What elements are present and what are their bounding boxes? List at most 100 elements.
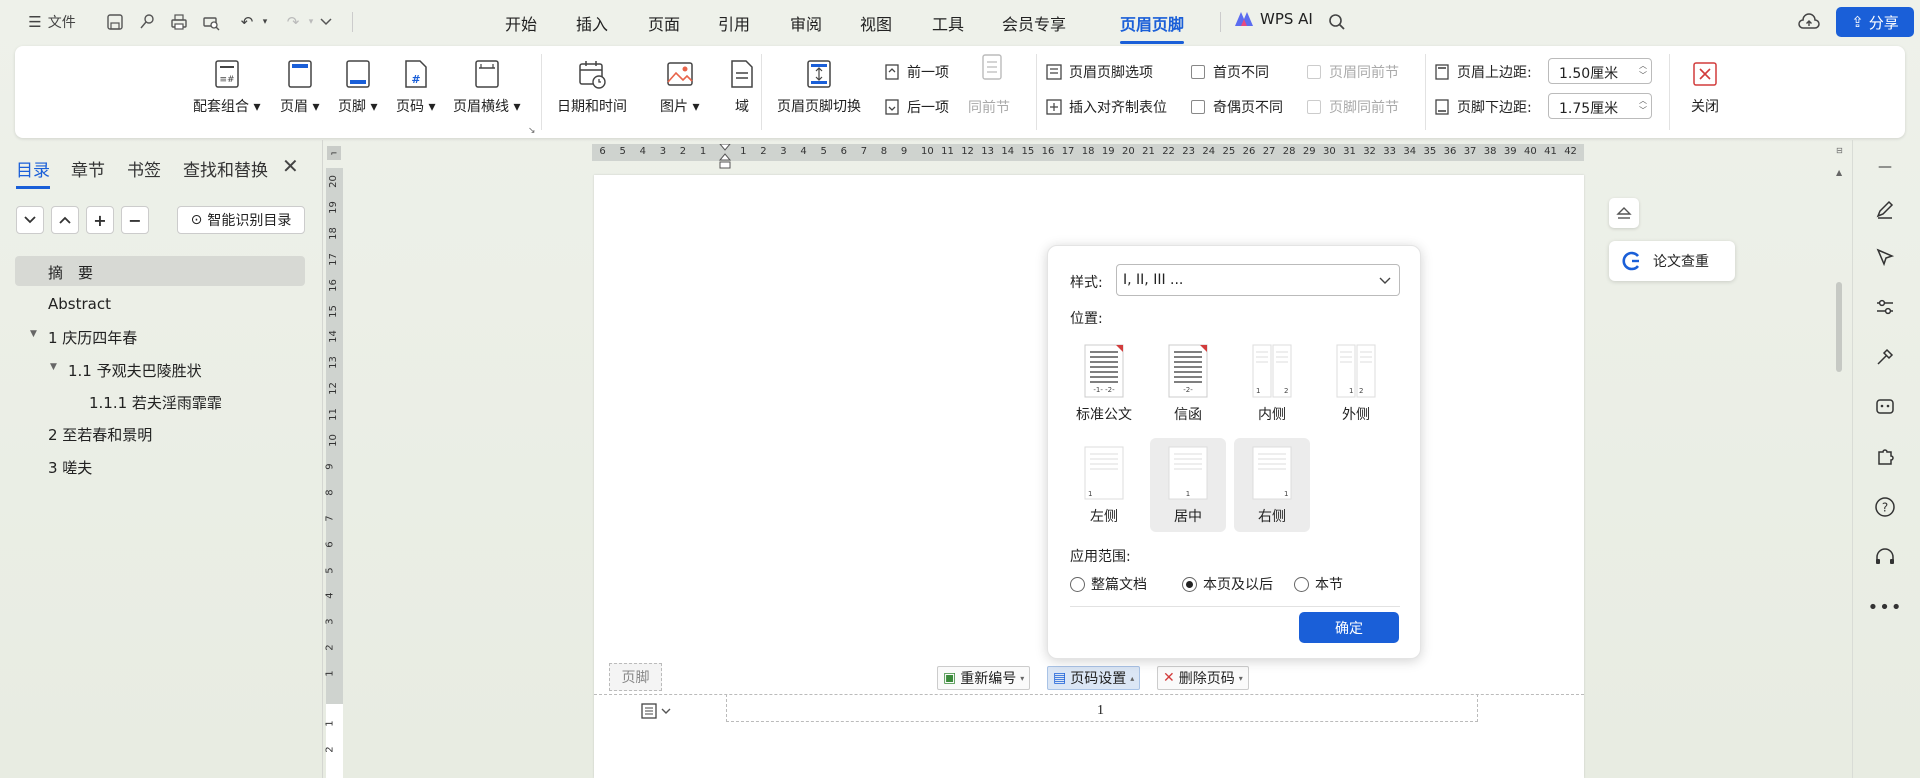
puzzle-icon[interactable] [1872, 444, 1898, 470]
scrollbar-thumb[interactable] [1836, 282, 1842, 372]
header-top-margin-input[interactable]: 1.50厘米 ︿ ﹀ [1548, 58, 1652, 84]
position-standard-doc[interactable]: -1- -2- 标准公文 [1066, 336, 1142, 430]
footer-bottom-margin-input[interactable]: 1.75厘米 ︿ ﹀ [1548, 93, 1652, 119]
wps-ai-button[interactable]: WPS AI [1234, 10, 1313, 28]
toc-item[interactable]: 1.1.1 若夫淫雨霏霏 [89, 392, 222, 413]
tools-icon[interactable] [1872, 344, 1898, 370]
footer-align-icon[interactable] [639, 700, 679, 722]
scope-this-page-onward-radio[interactable]: 本页及以后 [1182, 574, 1273, 594]
tab-member[interactable]: 会员专享 [1002, 11, 1066, 35]
tab-chapters[interactable]: 章节 [71, 156, 105, 181]
header-button[interactable]: 页眉 ▾ [280, 58, 319, 116]
paper-check-button[interactable]: 论文查重 [1609, 241, 1735, 281]
minimize-rail-icon[interactable]: — [1872, 154, 1898, 180]
file-menu-button[interactable]: ☰ 文件 [22, 10, 82, 34]
collapse-down-icon[interactable] [16, 206, 44, 234]
combo-set-button[interactable]: ≡# 配套组合 ▾ [193, 58, 260, 116]
tab-header-footer[interactable]: 页眉页脚 [1120, 11, 1185, 44]
tab-tools[interactable]: 工具 [932, 11, 964, 35]
scroll-up-icon[interactable]: ▲ [1836, 168, 1842, 177]
select-cursor-icon[interactable] [1872, 244, 1898, 270]
undo-dropdown-icon[interactable]: ▾ [258, 10, 272, 34]
undo-icon[interactable]: ↶ [236, 10, 258, 34]
sliders-icon[interactable] [1872, 294, 1898, 320]
redo-icon[interactable]: ↷ [282, 10, 304, 34]
position-inside[interactable]: 1 2 内侧 [1234, 336, 1310, 430]
same-as-prev-section-button[interactable]: 同前节 [968, 97, 1010, 117]
header-footer-switch-button[interactable]: 页眉页脚切换 [777, 58, 861, 116]
share-button[interactable]: ⇪ 分享 [1836, 7, 1914, 37]
close-pane-icon[interactable]: ✕ [282, 154, 299, 178]
pen-icon[interactable] [1872, 196, 1898, 222]
renumber-button[interactable]: ▣ 重新编号 ▾ [937, 666, 1031, 690]
print-icon[interactable] [168, 10, 190, 34]
vertical-scrollbar[interactable]: ⊟ ▲ [1834, 146, 1844, 778]
tab-find-replace[interactable]: 查找和替换 [183, 156, 268, 181]
position-letter[interactable]: -2- 信函 [1150, 336, 1226, 430]
position-right[interactable]: 1 右侧 [1234, 438, 1310, 532]
more-quick-actions-icon[interactable] [316, 10, 336, 34]
footer-same-prev-checkbox[interactable]: 页脚同前节 [1307, 97, 1399, 117]
spin-up-icon[interactable]: ︿ [1639, 61, 1647, 70]
spin-down-icon[interactable]: ﹀ [1639, 106, 1647, 115]
collapse-up-icon[interactable] [51, 206, 79, 234]
spin-down-icon[interactable]: ﹀ [1639, 71, 1647, 80]
expand-arrow-icon[interactable]: ▼ [30, 329, 37, 339]
toc-item[interactable]: 2 至若春和景明 [48, 424, 152, 445]
toc-item[interactable]: 3 嗟夫 [48, 457, 92, 478]
header-same-prev-checkbox[interactable]: 页眉同前节 [1307, 62, 1399, 82]
header-line-button[interactable]: 页眉横线 ▾ [453, 58, 520, 116]
group-expand-icon[interactable]: ↘ [528, 126, 536, 136]
delete-page-number-button[interactable]: ✕ 删除页码 ▾ [1157, 666, 1249, 690]
close-header-footer-button[interactable]: 关闭 [1690, 58, 1720, 116]
page-number-button[interactable]: # 页码 ▾ [396, 58, 435, 116]
tab-bookmarks[interactable]: 书签 [127, 156, 161, 181]
search-icon[interactable] [1326, 10, 1348, 34]
smart-toc-button[interactable]: ⊙ 智能识别目录 [177, 206, 305, 234]
tab-page[interactable]: 页面 [648, 11, 680, 35]
horizontal-ruler[interactable]: 6 5 4 3 2 1 1 2 3 4 5 6 7 8 9 10 11 12 13 14 15 16 17 18 19 20 21 2… [592, 144, 1584, 161]
position-center[interactable]: 1 居中 [1150, 438, 1226, 532]
tab-insert[interactable]: 插入 [576, 11, 608, 35]
ok-button[interactable]: 确定 [1299, 612, 1399, 643]
pane-splitter[interactable] [322, 140, 323, 778]
add-icon[interactable]: + [86, 206, 114, 234]
header-footer-options-button[interactable]: 页眉页脚选项 [1045, 62, 1153, 82]
headset-icon[interactable] [1872, 544, 1898, 570]
scope-this-section-radio[interactable]: 本节 [1294, 574, 1343, 594]
next-item-button[interactable]: 后一项 [883, 97, 949, 117]
vertical-ruler[interactable]: 20 19 18 17 16 15 14 13 12 11 10 9 8 7 6 5 4 3 2 1 1 2 [325, 168, 343, 778]
save-icon[interactable] [104, 10, 126, 34]
picture-button[interactable]: 图片 ▾ [660, 58, 699, 116]
footer-button[interactable]: 页脚 ▾ [338, 58, 377, 116]
remove-icon[interactable]: − [121, 206, 149, 234]
field-button[interactable]: 域 [727, 58, 757, 116]
tab-view[interactable]: 视图 [860, 11, 892, 35]
eject-icon[interactable] [1609, 198, 1639, 228]
tab-review[interactable]: 审阅 [790, 11, 822, 35]
toc-item[interactable]: 1 庆历四年春 [48, 327, 137, 348]
tab-references[interactable]: 引用 [718, 11, 750, 35]
cloud-upload-icon[interactable] [1796, 10, 1822, 34]
link-icon[interactable] [136, 10, 158, 34]
print-preview-icon[interactable] [200, 10, 222, 34]
style-select[interactable]: I, II, III ... [1116, 264, 1400, 296]
page-number-settings-button[interactable]: ▤ 页码设置 ▴ [1047, 666, 1141, 690]
first-page-different-checkbox[interactable]: 首页不同 [1191, 62, 1269, 82]
scroll-split-icon[interactable]: ⊟ [1836, 146, 1843, 155]
tab-start[interactable]: 开始 [505, 11, 537, 35]
more-icon[interactable]: ••• [1868, 594, 1902, 620]
date-time-button[interactable]: 日期和时间 [557, 58, 627, 116]
ai-assistant-icon[interactable] [1872, 394, 1898, 420]
expand-arrow-icon[interactable]: ▼ [50, 362, 57, 372]
spin-up-icon[interactable]: ︿ [1639, 96, 1647, 105]
scope-whole-doc-radio[interactable]: 整篇文档 [1070, 574, 1147, 594]
ruler-corner[interactable]: ⌐ [327, 146, 341, 160]
help-icon[interactable]: ? [1872, 494, 1898, 520]
prev-item-button[interactable]: 前一项 [883, 62, 949, 82]
toc-item[interactable]: 1.1 予观夫巴陵胜状 [68, 360, 202, 381]
tab-toc[interactable]: 目录 [16, 156, 50, 189]
toc-item[interactable]: 摘 要 [48, 262, 93, 283]
position-outside[interactable]: 1 2 外侧 [1318, 336, 1394, 430]
indent-marker-icon[interactable] [718, 143, 732, 169]
